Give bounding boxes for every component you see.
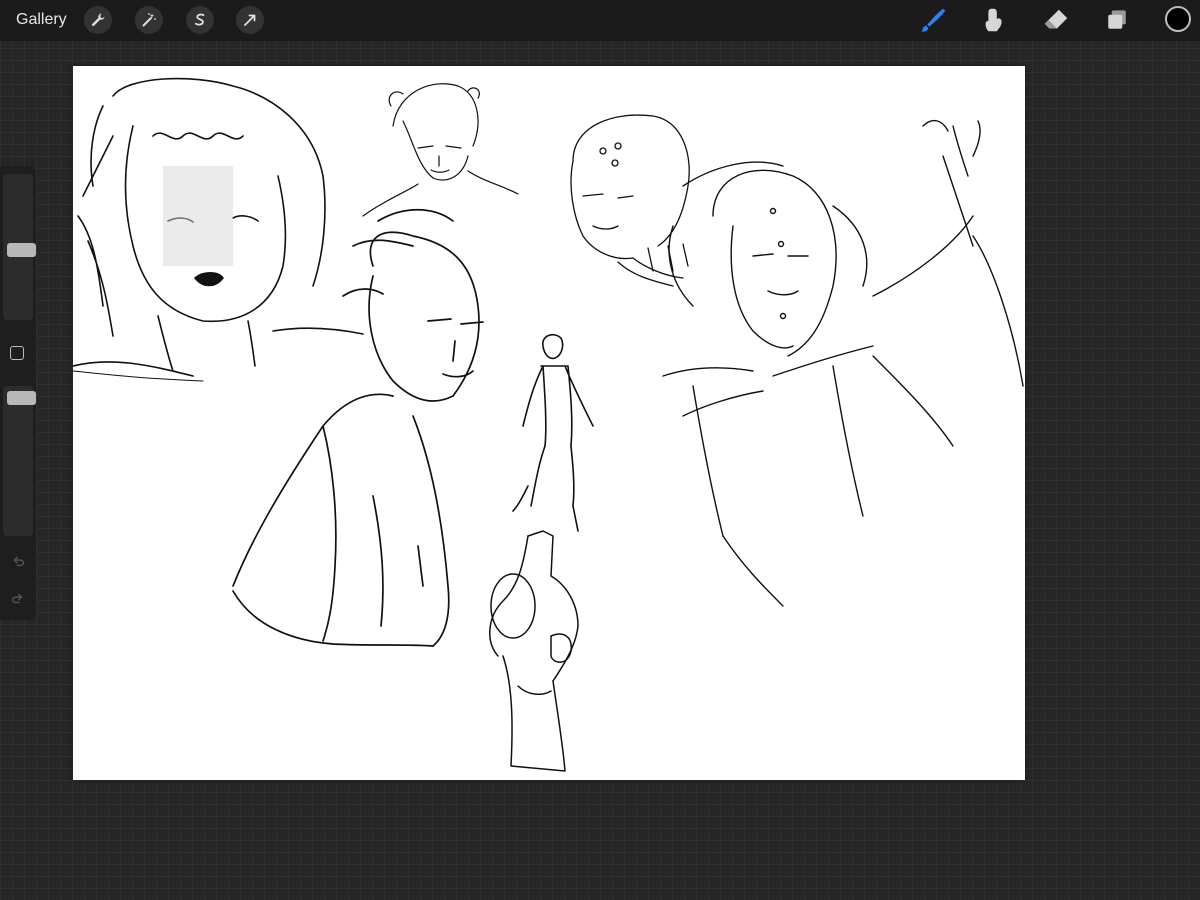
brush-button[interactable] <box>917 4 949 36</box>
smudge-button[interactable] <box>978 4 1010 36</box>
brush-icon <box>920 8 946 32</box>
arrow-cursor-icon <box>244 14 256 26</box>
sketch-bald-man <box>570 114 690 287</box>
adjustments-button[interactable] <box>135 6 163 34</box>
magic-wand-icon <box>142 13 156 27</box>
opacity-thumb[interactable] <box>7 391 36 405</box>
undo-button[interactable] <box>9 552 27 570</box>
modify-button[interactable] <box>10 346 24 360</box>
sketch-artwork <box>73 77 1024 772</box>
redo-icon <box>12 593 23 604</box>
sketch-jacket-man <box>232 208 484 647</box>
layers-icon <box>1108 10 1126 29</box>
sketch-small-figure <box>512 334 594 532</box>
actions-button[interactable] <box>84 6 112 34</box>
gallery-button[interactable]: Gallery <box>16 10 67 30</box>
undo-icon <box>13 556 24 567</box>
sketch-shading <box>163 166 233 266</box>
opacity-slider[interactable] <box>3 386 36 536</box>
left-sidebar <box>0 166 36 620</box>
top-toolbar: Gallery <box>0 0 1200 40</box>
sketch-curly-man <box>362 83 519 217</box>
eraser-icon <box>1044 9 1068 29</box>
smudge-icon <box>985 8 1002 32</box>
eraser-button[interactable] <box>1040 4 1072 36</box>
brush-size-slider[interactable] <box>3 174 36 320</box>
sketch-torso <box>489 530 579 772</box>
transform-button[interactable] <box>236 6 264 34</box>
color-picker-button[interactable] <box>1165 6 1191 32</box>
wrench-icon <box>91 13 105 27</box>
s-selection-icon <box>195 13 205 26</box>
drawing-canvas[interactable] <box>73 66 1025 780</box>
layers-button[interactable] <box>1101 4 1133 36</box>
redo-button[interactable] <box>9 589 27 607</box>
brush-size-thumb[interactable] <box>7 243 36 257</box>
sketch-curly-woman <box>662 119 1024 607</box>
selection-button[interactable] <box>186 6 214 34</box>
procreate-workspace: Gallery <box>0 0 1200 900</box>
